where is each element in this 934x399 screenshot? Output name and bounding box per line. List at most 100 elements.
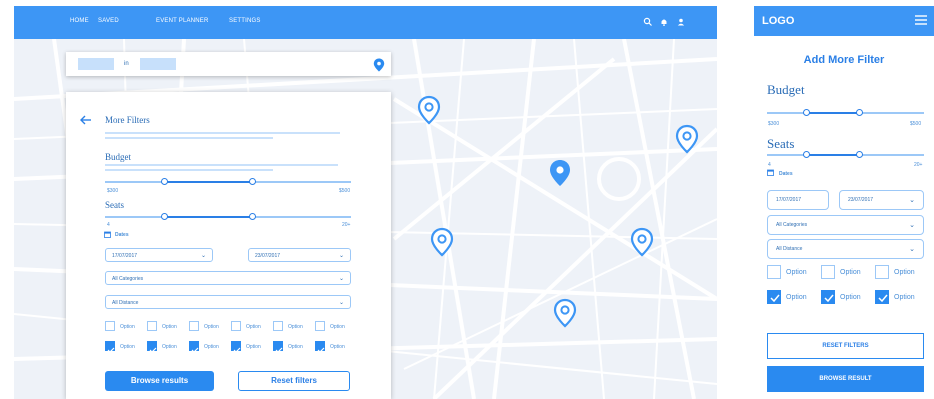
option-label: Option [330, 324, 345, 330]
search-keyword-input[interactable] [78, 58, 114, 70]
check-icon [233, 347, 241, 353]
seats-max-label: 20+ [914, 162, 923, 168]
seats-min-label: 4 [107, 222, 110, 228]
seats-slider-range [165, 216, 253, 218]
nav-event-planner[interactable]: EVENT PLANNER [156, 18, 209, 24]
budget-slider-range [808, 112, 860, 114]
option-label: Option [786, 269, 807, 276]
budget-slider-max-handle[interactable] [249, 178, 256, 185]
check-icon [275, 347, 283, 353]
filters-title: More Filters [105, 115, 150, 125]
mobile-top-bar: LOGO [754, 6, 934, 36]
option-checkbox-checked[interactable] [875, 290, 889, 304]
option-checkbox[interactable] [821, 265, 835, 279]
budget-max-label: $500 [339, 188, 351, 194]
budget-heading: Budget [767, 82, 805, 97]
option-checkbox[interactable] [231, 321, 241, 331]
option-label: Option [120, 344, 135, 350]
date-from-value: 17/07/2017 [776, 197, 802, 203]
search-icon[interactable] [643, 17, 653, 27]
categories-value: All Categories [112, 276, 144, 282]
option-checkbox-checked[interactable] [273, 341, 283, 353]
option-checkbox-checked[interactable] [767, 290, 781, 304]
seats-max-label: 20+ [342, 222, 351, 228]
hamburger-menu-icon[interactable] [915, 15, 927, 25]
option-label: Option [162, 324, 177, 330]
option-label: Option [162, 344, 177, 350]
map-pin-icon[interactable] [430, 227, 454, 257]
nav-settings[interactable]: SETTINGS [229, 18, 261, 24]
date-to-value: 23/07/2017 [255, 253, 281, 259]
divider-line [105, 169, 273, 171]
budget-min-label: $300 [768, 121, 780, 127]
bell-icon[interactable] [659, 17, 669, 27]
search-connector-text: in [124, 61, 129, 67]
option-label: Option [120, 324, 135, 330]
map-pin-icon[interactable] [417, 95, 441, 125]
option-checkbox[interactable] [189, 321, 199, 331]
reset-filters-button[interactable]: RESET FILTERS [767, 333, 924, 359]
date-to-dropdown[interactable]: 23/07/2017 ⌄ [839, 190, 924, 210]
date-from-dropdown[interactable]: 17/07/2017 [767, 190, 829, 210]
distance-dropdown[interactable]: All Distance ⌄ [105, 295, 351, 309]
nav-saved[interactable]: SAVED [98, 18, 119, 24]
calendar-icon [104, 231, 111, 238]
map-pin-icon[interactable] [553, 298, 577, 328]
option-label: Option [786, 294, 807, 301]
map-pin-icon[interactable] [630, 227, 654, 257]
option-label: Option [288, 324, 303, 330]
mobile-view: LOGO Add More Filter Budget $300 $500 Se… [754, 6, 934, 399]
option-checkbox[interactable] [147, 321, 157, 331]
option-label: Option [246, 344, 261, 350]
option-checkbox[interactable] [105, 321, 115, 331]
budget-slider-min-handle[interactable] [161, 178, 168, 185]
location-pin-icon[interactable] [373, 58, 385, 72]
reset-filters-button[interactable]: Reset filters [238, 371, 350, 391]
seats-slider-range [808, 154, 860, 156]
option-checkbox[interactable] [875, 265, 889, 279]
user-icon[interactable] [676, 17, 686, 27]
categories-dropdown[interactable]: All Categories ⌄ [767, 215, 924, 235]
search-location-input[interactable] [140, 58, 176, 70]
option-checkbox-checked[interactable] [147, 341, 157, 353]
seats-slider-min-handle[interactable] [803, 151, 810, 158]
categories-value: All Categories [776, 222, 808, 228]
option-checkbox-checked[interactable] [821, 290, 835, 304]
categories-dropdown[interactable]: All Categories ⌄ [105, 271, 351, 285]
budget-slider-min-handle[interactable] [803, 109, 810, 116]
date-to-dropdown[interactable]: 23/07/2017 ⌄ [248, 248, 351, 262]
option-checkbox-checked[interactable] [189, 341, 199, 353]
chevron-down-icon: ⌄ [909, 222, 915, 229]
dates-label: Dates [779, 171, 793, 177]
seats-heading: Seats [105, 200, 124, 210]
map-pin-selected-icon[interactable] [548, 158, 572, 188]
seats-slider-max-handle[interactable] [249, 213, 256, 220]
divider-line [105, 137, 273, 139]
option-checkbox[interactable] [315, 321, 325, 331]
date-from-dropdown[interactable]: 17/07/2017 ⌄ [105, 248, 213, 262]
seats-slider-min-handle[interactable] [161, 213, 168, 220]
option-checkbox-checked[interactable] [231, 341, 241, 353]
check-icon [149, 347, 157, 353]
option-checkbox-checked[interactable] [315, 341, 325, 353]
browse-results-button[interactable]: Browse results [105, 371, 214, 391]
budget-slider-max-handle[interactable] [856, 109, 863, 116]
chevron-down-icon: ⌄ [200, 253, 206, 259]
nav-home[interactable]: HOME [70, 18, 89, 24]
option-label: Option [840, 269, 861, 276]
option-checkbox[interactable] [273, 321, 283, 331]
more-filters-panel: More Filters Budget $300 $500 Seats 4 20… [66, 92, 391, 399]
dates-label: Dates [115, 232, 129, 238]
divider-line [105, 164, 338, 166]
logo[interactable]: LOGO [762, 15, 794, 27]
option-label: Option [204, 324, 219, 330]
top-nav-bar: HOME SAVED EVENT PLANNER SETTINGS [14, 6, 717, 39]
option-checkbox[interactable] [767, 265, 781, 279]
browse-result-button[interactable]: BROWSE RESULT [767, 366, 924, 392]
calendar-icon [767, 169, 774, 176]
seats-slider-max-handle[interactable] [856, 151, 863, 158]
map-pin-icon[interactable] [675, 124, 699, 154]
back-arrow-icon[interactable] [80, 115, 92, 125]
option-checkbox-checked[interactable] [105, 341, 115, 353]
distance-dropdown[interactable]: All Distance ⌄ [767, 239, 924, 259]
